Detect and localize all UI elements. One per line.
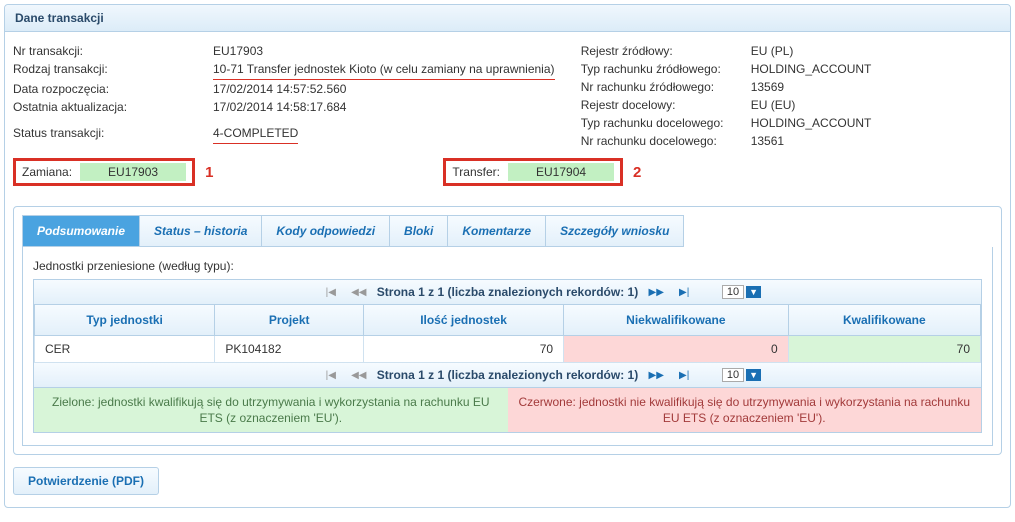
tab-status-historia[interactable]: Status – historia <box>139 215 261 247</box>
linked-transactions: Zamiana: EU17903 1 Transfer: EU17904 2 <box>13 158 1002 186</box>
panel-title: Dane transakcji <box>5 5 1010 32</box>
tab-kody-odpowiedzi[interactable]: Kody odpowiedzi <box>261 215 389 247</box>
src-nr-label: Nr rachunku źródłowego: <box>581 78 751 96</box>
tx-update-value: 17/02/2014 14:58:17.684 <box>213 98 346 116</box>
summary-panel: Podsumowanie Status – historia Kody odpo… <box>13 206 1002 455</box>
grid-wrapper: |◀ ◀◀ Strona 1 z 1 (liczba znalezionych … <box>33 279 982 433</box>
tab-bloki[interactable]: Bloki <box>389 215 447 247</box>
col-niekwalifikowane[interactable]: Niekwalifikowane <box>564 305 789 336</box>
dst-reg-value: EU (EU) <box>751 96 796 114</box>
src-nr-value: 13569 <box>751 78 784 96</box>
transfer-link[interactable]: EU17904 <box>508 163 614 181</box>
tx-nr-value: EU17903 <box>213 42 263 60</box>
last-page-icon[interactable]: ▶| <box>674 367 694 383</box>
prev-page-icon[interactable]: ◀◀ <box>349 284 369 300</box>
linked-zamiana: Zamiana: EU17903 <box>13 158 195 186</box>
cell-project: PK104182 <box>215 336 364 363</box>
tab-podsumowanie[interactable]: Podsumowanie <box>22 215 139 247</box>
zamiana-link[interactable]: EU17903 <box>80 163 186 181</box>
page-size-value: 10 <box>722 368 744 382</box>
tx-start-value: 17/02/2014 14:57:52.560 <box>213 80 346 98</box>
tx-start-label: Data rozpoczęcia: <box>13 80 213 98</box>
next-page-icon[interactable]: ▶▶ <box>646 284 666 300</box>
list-title: Jednostki przeniesione (według typu): <box>33 259 982 273</box>
cell-type: CER <box>35 336 215 363</box>
transaction-panel: Dane transakcji Nr transakcji: EU17903 R… <box>4 4 1011 508</box>
legend-red: Czerwone: jednostki nie kwalifikują się … <box>508 388 982 432</box>
dropdown-icon: ▼ <box>746 369 761 381</box>
info-right: Rejestr źródłowy:EU (PL) Typ rachunku źr… <box>581 42 1002 150</box>
tx-status-value: 4-COMPLETED <box>213 124 298 144</box>
src-reg-label: Rejestr źródłowy: <box>581 42 751 60</box>
col-ilosc[interactable]: Ilość jednostek <box>364 305 564 336</box>
first-page-icon[interactable]: |◀ <box>321 284 341 300</box>
page-size-value: 10 <box>722 285 744 299</box>
transfer-label: Transfer: <box>452 165 500 179</box>
dst-type-value: HOLDING_ACCOUNT <box>751 114 872 132</box>
units-table: Typ jednostki Projekt Ilość jednostek Ni… <box>34 305 981 363</box>
page-size-select[interactable]: 10 ▼ <box>722 368 761 382</box>
pager-label: Strona 1 z 1 (liczba znalezionych rekord… <box>377 285 638 299</box>
tx-status-label: Status transakcji: <box>13 124 213 144</box>
cell-qty: 70 <box>364 336 564 363</box>
src-type-value: HOLDING_ACCOUNT <box>751 60 872 78</box>
pager-bottom: |◀ ◀◀ Strona 1 z 1 (liczba znalezionych … <box>34 363 981 388</box>
zamiana-label: Zamiana: <box>22 165 72 179</box>
dropdown-icon: ▼ <box>746 286 761 298</box>
prev-page-icon[interactable]: ◀◀ <box>349 367 369 383</box>
table-row: CER PK104182 70 0 70 <box>35 336 981 363</box>
callout-1: 1 <box>205 164 213 181</box>
pager-label-bottom: Strona 1 z 1 (liczba znalezionych rekord… <box>377 368 638 382</box>
dst-nr-label: Nr rachunku docelowego: <box>581 132 751 150</box>
tx-nr-label: Nr transakcji: <box>13 42 213 60</box>
first-page-icon[interactable]: |◀ <box>321 367 341 383</box>
tx-type-value: 10-71 Transfer jednostek Kioto (w celu z… <box>213 60 555 80</box>
tabs: Podsumowanie Status – historia Kody odpo… <box>22 215 993 247</box>
src-reg-value: EU (PL) <box>751 42 794 60</box>
col-typ-jednostki[interactable]: Typ jednostki <box>35 305 215 336</box>
src-type-label: Typ rachunku źródłowego: <box>581 60 751 78</box>
tab-body: Jednostki przeniesione (według typu): |◀… <box>22 247 993 446</box>
cell-q: 70 <box>788 336 980 363</box>
tx-update-label: Ostatnia aktualizacja: <box>13 98 213 116</box>
confirmation-pdf-button[interactable]: Potwierdzenie (PDF) <box>13 467 159 495</box>
last-page-icon[interactable]: ▶| <box>674 284 694 300</box>
dst-type-label: Typ rachunku docelowego: <box>581 114 751 132</box>
linked-transfer: Transfer: EU17904 <box>443 158 623 186</box>
next-page-icon[interactable]: ▶▶ <box>646 367 666 383</box>
tab-komentarze[interactable]: Komentarze <box>447 215 545 247</box>
legend-green: Zielone: jednostki kwalifikują się do ut… <box>34 388 508 432</box>
tab-szczegoly-wniosku[interactable]: Szczegóły wniosku <box>545 215 684 247</box>
pager-top: |◀ ◀◀ Strona 1 z 1 (liczba znalezionych … <box>34 280 981 305</box>
legend: Zielone: jednostki kwalifikują się do ut… <box>34 388 981 432</box>
info-left: Nr transakcji: EU17903 Rodzaj transakcji… <box>13 42 561 150</box>
cell-nq: 0 <box>564 336 789 363</box>
info-columns: Nr transakcji: EU17903 Rodzaj transakcji… <box>13 42 1002 150</box>
tx-type-label: Rodzaj transakcji: <box>13 60 213 80</box>
dst-nr-value: 13561 <box>751 132 784 150</box>
callout-2: 2 <box>633 164 641 181</box>
col-projekt[interactable]: Projekt <box>215 305 364 336</box>
panel-body: Nr transakcji: EU17903 Rodzaj transakcji… <box>5 32 1010 507</box>
page-size-select[interactable]: 10 ▼ <box>722 285 761 299</box>
dst-reg-label: Rejestr docelowy: <box>581 96 751 114</box>
col-kwalifikowane[interactable]: Kwalifikowane <box>788 305 980 336</box>
